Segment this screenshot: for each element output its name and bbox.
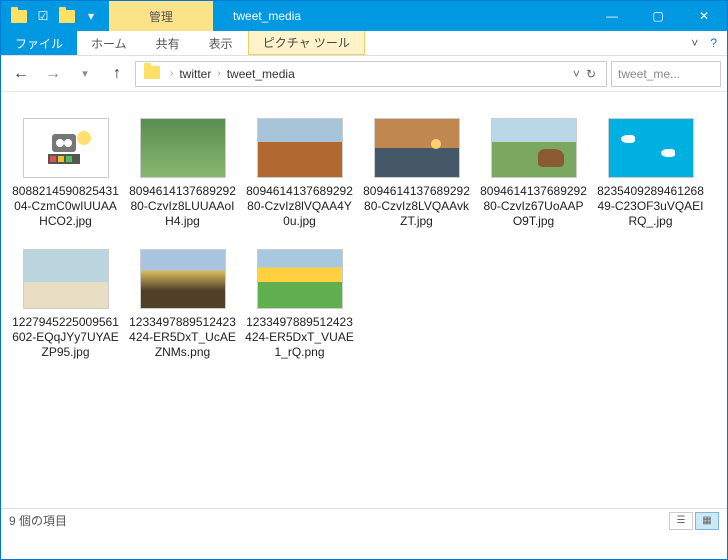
file-name: 809461413768929280-CzvIz8lVQAA4Y0u.jpg [245, 184, 354, 229]
thumbnail [23, 249, 109, 309]
chevron-right-icon[interactable]: › [164, 68, 179, 79]
breadcrumb-part[interactable]: tweet_media [227, 67, 295, 81]
file-item[interactable]: 1227945225009561602-EQqJYy7UYAEZP95.jpg [7, 243, 124, 374]
minimize-button[interactable]: — [589, 1, 635, 31]
thumbnail [608, 118, 694, 178]
properties-icon[interactable]: ☑ [32, 5, 54, 27]
window-controls: — ▢ ✕ [589, 1, 727, 31]
ribbon-expand-icon[interactable]: ˅ [691, 36, 698, 50]
file-name: 1227945225009561602-EQqJYy7UYAEZP95.jpg [11, 315, 120, 360]
chevron-right-icon[interactable]: › [211, 68, 226, 79]
close-button[interactable]: ✕ [681, 1, 727, 31]
tab-share[interactable]: 共有 [142, 31, 195, 55]
status-bar: 9 個の項目 ☰ ▦ [1, 508, 727, 532]
thumbnail [257, 249, 343, 309]
thumbnail [140, 118, 226, 178]
file-item[interactable]: 1233497889512423424-ER5DxT_VUAE1_rQ.png [241, 243, 358, 374]
help-icon[interactable]: ? [710, 36, 717, 50]
new-folder-icon[interactable] [56, 5, 78, 27]
file-name: 809461413768929280-CzvIz8LVQAAvkZT.jpg [362, 184, 471, 229]
ribbon-tabs: ファイル ホーム 共有 表示 ピクチャ ツール ˅ ? [1, 31, 727, 56]
forward-button: → [39, 60, 67, 88]
quick-access-toolbar: ☑ ▾ [1, 5, 109, 27]
file-name: 808821459082543104-CzmC0wIUUAAHCO2.jpg [11, 184, 120, 229]
status-item-count: 9 個の項目 [9, 512, 67, 529]
thumbnail [140, 249, 226, 309]
refresh-icon[interactable]: ↻ [586, 67, 596, 81]
qat-dropdown-icon[interactable]: ▾ [80, 5, 102, 27]
folder-icon [144, 66, 160, 82]
search-input[interactable]: tweet_me... [611, 61, 721, 87]
file-name: 823540928946126849-C23OF3uVQAEIRQ_.jpg [596, 184, 705, 229]
file-item[interactable]: 1233497889512423424-ER5DxT_UcAEZNMs.png [124, 243, 241, 374]
file-name: 1233497889512423424-ER5DxT_VUAE1_rQ.png [245, 315, 354, 360]
maximize-button[interactable]: ▢ [635, 1, 681, 31]
recent-dropdown-icon[interactable]: ▾ [71, 60, 99, 88]
file-item[interactable]: 809461413768929280-CzvIz67UoAAPO9T.jpg [475, 112, 592, 243]
tab-view[interactable]: 表示 [195, 31, 248, 55]
breadcrumb[interactable]: › twitter › tweet_media ˅ ↻ [135, 61, 607, 87]
file-list: 808821459082543104-CzmC0wIUUAAHCO2.jpg80… [1, 92, 727, 532]
window-title: tweet_media [213, 9, 589, 23]
details-view-button[interactable]: ☰ [669, 512, 693, 530]
file-item[interactable]: 809461413768929280-CzvIz8LUUAAoIH4.jpg [124, 112, 241, 243]
tab-home[interactable]: ホーム [77, 31, 142, 55]
context-tab-manage: 管理 [109, 1, 213, 31]
folder-icon [8, 5, 30, 27]
file-item[interactable]: 809461413768929280-CzvIz8LVQAAvkZT.jpg [358, 112, 475, 243]
navigation-bar: ← → ▾ ↑ › twitter › tweet_media ˅ ↻ twee… [1, 56, 727, 92]
thumbnail [23, 118, 109, 178]
thumbnail [374, 118, 460, 178]
tab-file[interactable]: ファイル [1, 31, 77, 55]
file-item[interactable]: 808821459082543104-CzmC0wIUUAAHCO2.jpg [7, 112, 124, 243]
thumbnail [257, 118, 343, 178]
file-name: 809461413768929280-CzvIz8LUUAAoIH4.jpg [128, 184, 237, 229]
file-item[interactable]: 809461413768929280-CzvIz8lVQAA4Y0u.jpg [241, 112, 358, 243]
title-bar: ☑ ▾ 管理 tweet_media — ▢ ✕ [1, 1, 727, 31]
thumbnails-view-button[interactable]: ▦ [695, 512, 719, 530]
breadcrumb-part[interactable]: twitter [179, 67, 211, 81]
tab-picture-tools[interactable]: ピクチャ ツール [248, 31, 365, 55]
file-item[interactable]: 823540928946126849-C23OF3uVQAEIRQ_.jpg [592, 112, 709, 243]
thumbnail [491, 118, 577, 178]
file-name: 809461413768929280-CzvIz67UoAAPO9T.jpg [479, 184, 588, 229]
file-name: 1233497889512423424-ER5DxT_UcAEZNMs.png [128, 315, 237, 360]
up-button[interactable]: ↑ [103, 60, 131, 88]
address-dropdown-icon[interactable]: ˅ [573, 67, 580, 81]
back-button[interactable]: ← [7, 60, 35, 88]
search-placeholder: tweet_me... [618, 67, 680, 81]
